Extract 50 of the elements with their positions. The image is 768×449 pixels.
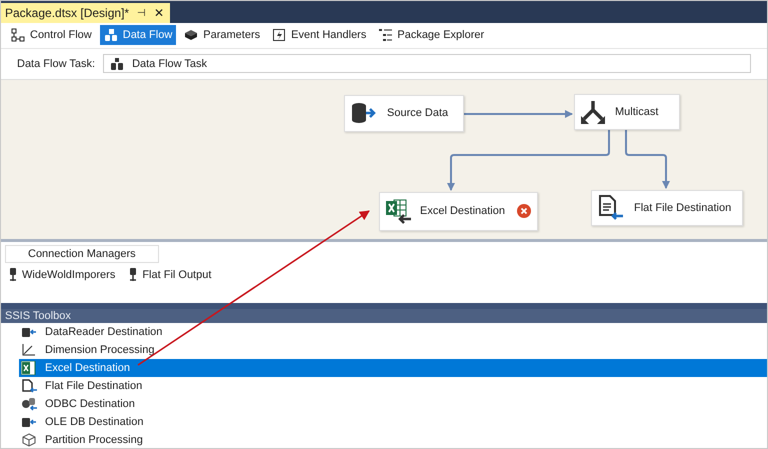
designer-tab[interactable]: Data Flow	[100, 25, 176, 46]
error-icon	[517, 204, 531, 218]
component-node[interactable]: Flat File Destination	[591, 190, 743, 226]
node-label: Multicast	[615, 106, 658, 118]
toolbox-item[interactable]: Dimension Processing	[19, 341, 767, 360]
connection-managers-tab[interactable]: Connection Managers	[5, 245, 159, 264]
designer-tab[interactable]: Parameters	[180, 25, 264, 46]
cylinders-icon	[104, 28, 118, 42]
tree-list-icon	[378, 28, 392, 42]
plug-icon	[129, 268, 138, 282]
axes-icon	[21, 343, 37, 358]
node-label: Excel Destination	[420, 205, 505, 218]
cube-icon	[21, 433, 37, 448]
toolbox-item[interactable]: Partition Processing	[19, 431, 767, 448]
plug-icon	[9, 268, 17, 282]
spreadsheet-icon	[21, 361, 37, 376]
cylinder-arrow-icon	[21, 325, 37, 340]
toolbox-item[interactable]: DataReader Destination	[19, 323, 767, 342]
box-icon	[184, 28, 198, 42]
toolbox-title: SSIS Toolbox	[5, 310, 71, 322]
document-tab[interactable]: Package.dtsx [Design]* ⊣ ✕	[1, 2, 170, 23]
split-arrows-icon	[581, 100, 605, 124]
toolbox-item[interactable]: ODBC Destination	[19, 395, 767, 414]
flow-diagram-icon	[11, 28, 25, 42]
node-label: Flat File Destination	[634, 202, 732, 214]
component-node[interactable]: Multicast	[574, 94, 680, 130]
pin-button[interactable]: ⊣	[137, 6, 146, 19]
cylinder-arrow-icon	[21, 415, 37, 430]
toolbox-item[interactable]: OLE DB Destination	[19, 413, 767, 432]
toolbox-item[interactable]: Flat File Destination	[19, 377, 767, 396]
document-icon	[21, 379, 37, 394]
component-node[interactable]: Source Data	[344, 94, 464, 132]
lightning-icon	[272, 28, 286, 42]
designer-tab[interactable]: Package Explorer	[374, 25, 488, 46]
task-label: Data Flow Task:	[17, 58, 96, 70]
document-title: Package.dtsx [Design]*	[5, 6, 130, 20]
toolbox-item[interactable]: Excel Destination	[19, 359, 767, 378]
close-button[interactable]: ✕	[154, 6, 164, 20]
cylinders-icon	[110, 58, 124, 70]
node-label: Source Data	[387, 107, 448, 120]
document-destination-icon	[598, 194, 624, 221]
designer-tab[interactable]: Control Flow	[7, 25, 96, 46]
database-icon	[21, 397, 37, 412]
database-source-icon	[351, 102, 377, 124]
designer-tab[interactable]: Event Handlers	[268, 25, 370, 46]
component-node[interactable]: Excel Destination	[379, 192, 538, 231]
task-selector[interactable]: Data Flow Task	[103, 54, 751, 74]
connection-manager-item[interactable]: Flat Fil Output	[129, 268, 212, 282]
connection-manager-item[interactable]: WideWoldImporers	[9, 268, 116, 282]
spreadsheet-destination-icon	[386, 198, 412, 224]
